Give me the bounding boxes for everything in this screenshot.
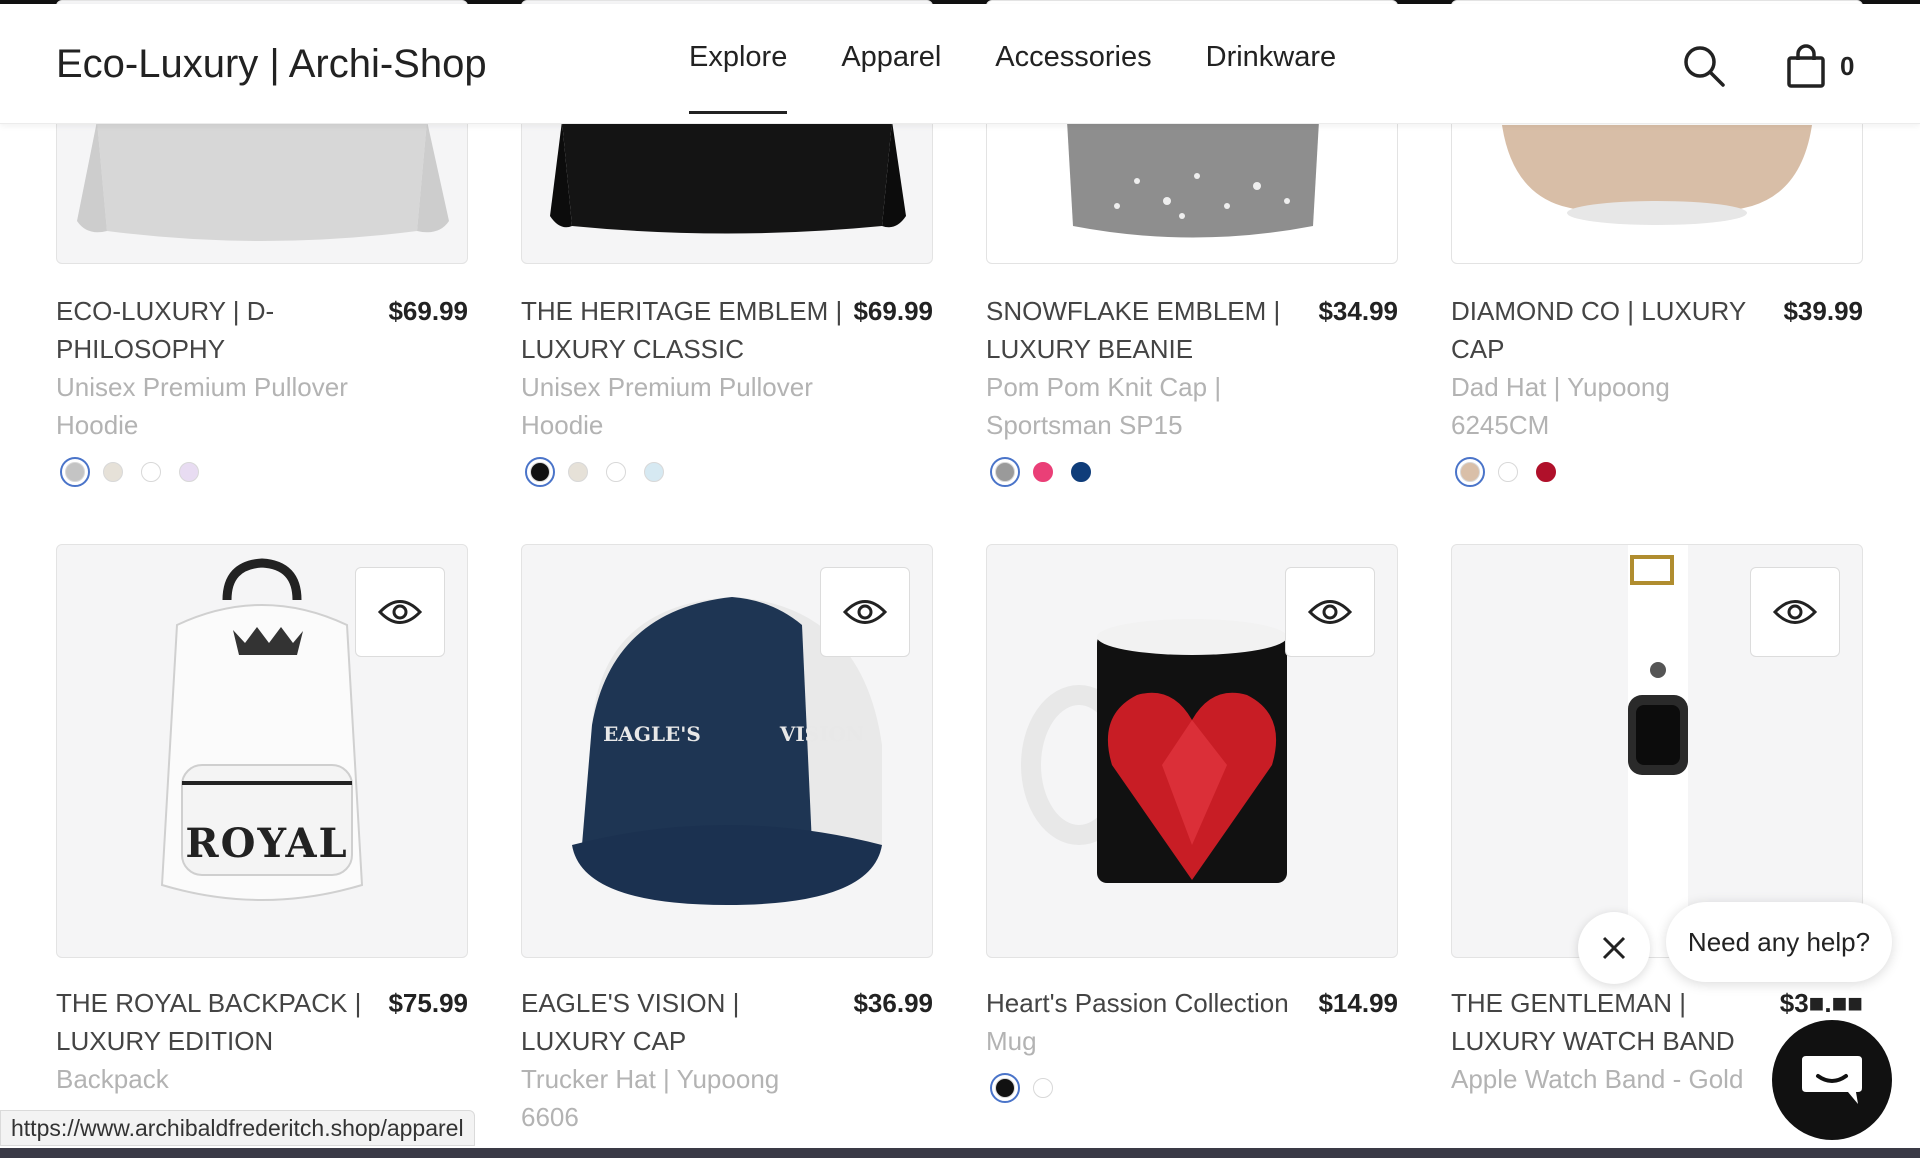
color-swatch[interactable] (60, 457, 90, 487)
color-swatch[interactable] (98, 457, 128, 487)
product-title[interactable]: SNOWFLAKE EMBLEM | LUXURY BEANIE (986, 292, 1308, 368)
eye-icon (1308, 600, 1352, 624)
site-header: Eco-Luxury | Archi-Shop Explore Apparel … (0, 4, 1920, 124)
product-image[interactable] (1451, 544, 1863, 958)
search-icon (1684, 46, 1725, 87)
backpack-print: ROYAL (185, 820, 348, 867)
cap-print-right: VISION (779, 722, 864, 746)
nav-accessories[interactable]: Accessories (968, 36, 1178, 114)
color-swatch[interactable] (174, 457, 204, 487)
cap-print-left: EAGLE'S (603, 722, 701, 746)
color-swatches (990, 457, 1096, 487)
product-price: $14.99 (1318, 988, 1398, 1018)
color-swatches (60, 457, 204, 487)
product-image[interactable]: EAGLE'S VISION (521, 544, 933, 958)
product-subtitle: Unisex Premium Pullover Hoodie (56, 372, 348, 440)
product-title[interactable]: DIAMOND CO | LUXURY CAP (1451, 292, 1773, 368)
search-button[interactable] (1680, 42, 1728, 90)
color-swatch[interactable] (1493, 457, 1523, 487)
product-price: $69.99 (853, 296, 933, 326)
product-image[interactable] (986, 544, 1398, 958)
brand-logo[interactable]: Eco-Luxury | Archi-Shop (56, 42, 487, 87)
product-price: $75.99 (388, 988, 468, 1018)
chat-launcher-button[interactable] (1772, 1020, 1892, 1140)
product-subtitle: Mug (986, 1026, 1037, 1056)
nav-explore[interactable]: Explore (662, 36, 814, 114)
color-swatch[interactable] (990, 457, 1020, 487)
cart-button[interactable]: 0 (1786, 42, 1854, 90)
color-swatch[interactable] (136, 457, 166, 487)
product-image[interactable]: ROYAL (56, 544, 468, 958)
product-subtitle: Dad Hat | Yupoong 6245CM (1451, 372, 1670, 440)
product-title[interactable]: THE GENTLEMAN | LUXURY WATCH BAND (1451, 984, 1773, 1060)
nav-apparel[interactable]: Apparel (814, 36, 968, 114)
product-price: $3■.■■ (1779, 988, 1863, 1018)
product-subtitle: Pom Pom Knit Cap | Sportsman SP15 (986, 372, 1222, 440)
eye-icon (1773, 600, 1817, 624)
color-swatch[interactable] (601, 457, 631, 487)
status-bar-url: https://www.archibaldfrederitch.shop/app… (0, 1110, 475, 1146)
color-swatch[interactable] (990, 1073, 1020, 1103)
quick-view-button[interactable] (1750, 567, 1840, 657)
nav-drinkware[interactable]: Drinkware (1179, 36, 1364, 114)
chat-dismiss-button[interactable] (1578, 912, 1650, 984)
color-swatches (1455, 457, 1561, 487)
color-swatch[interactable] (639, 457, 669, 487)
color-swatch[interactable] (525, 457, 555, 487)
chat-prompt[interactable]: Need any help? (1666, 902, 1892, 982)
close-icon (1602, 936, 1626, 960)
product-subtitle: Apple Watch Band - Gold (1451, 1064, 1744, 1094)
color-swatch[interactable] (1531, 457, 1561, 487)
product-price: $36.99 (853, 988, 933, 1018)
product-subtitle: Backpack (56, 1064, 169, 1094)
product-title[interactable]: THE HERITAGE EMBLEM | LUXURY CLASSIC (521, 292, 843, 368)
color-swatch[interactable] (1028, 1073, 1058, 1103)
product-title[interactable]: THE ROYAL BACKPACK | LUXURY EDITION (56, 984, 378, 1060)
eye-icon (378, 600, 422, 624)
main-nav: Explore Apparel Accessories Drinkware (662, 36, 1363, 114)
product-subtitle: Trucker Hat | Yupoong 6606 (521, 1064, 780, 1132)
color-swatch[interactable] (1028, 457, 1058, 487)
color-swatch[interactable] (563, 457, 593, 487)
product-title[interactable]: EAGLE'S VISION | LUXURY CAP (521, 984, 843, 1060)
chat-icon (1802, 1056, 1862, 1104)
color-swatch[interactable] (1066, 457, 1096, 487)
product-subtitle: Unisex Premium Pullover Hoodie (521, 372, 813, 440)
color-swatches (990, 1073, 1058, 1103)
color-swatch[interactable] (1455, 457, 1485, 487)
product-price: $39.99 (1783, 296, 1863, 326)
color-swatches (525, 457, 669, 487)
cart-icon (1787, 44, 1825, 88)
product-title[interactable]: Heart's Passion Collection (986, 984, 1326, 1022)
quick-view-button[interactable] (355, 567, 445, 657)
product-price: $69.99 (388, 296, 468, 326)
product-title[interactable]: ECO-LUXURY | D-PHILOSOPHY (56, 292, 378, 368)
eye-icon (843, 600, 887, 624)
product-price: $34.99 (1318, 296, 1398, 326)
next-row-edge (0, 1148, 1920, 1158)
cart-count: 0 (1840, 50, 1855, 81)
quick-view-button[interactable] (1285, 567, 1375, 657)
quick-view-button[interactable] (820, 567, 910, 657)
